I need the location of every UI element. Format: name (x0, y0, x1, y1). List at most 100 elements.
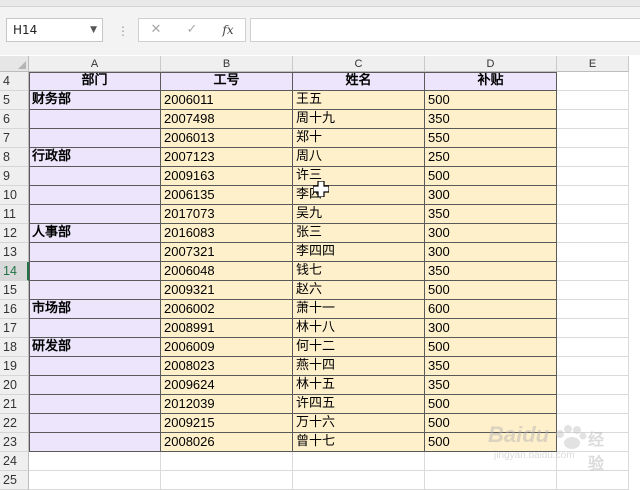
empty-cell[interactable] (557, 281, 629, 300)
cell-id[interactable]: 2016083 (161, 224, 293, 243)
cell-amount[interactable]: 300 (425, 224, 557, 243)
row-header-7[interactable]: 7 (0, 129, 29, 148)
row-header-4[interactable]: 4 (0, 72, 29, 91)
empty-cell[interactable] (557, 186, 629, 205)
empty-cell[interactable] (557, 167, 629, 186)
row-header-12[interactable]: 12 (0, 224, 29, 243)
row-header-25[interactable]: 25 (0, 471, 29, 490)
cell-dept[interactable] (29, 319, 161, 338)
empty-cell[interactable] (557, 376, 629, 395)
cell-name[interactable]: 何十二 (293, 338, 425, 357)
empty-cell[interactable] (557, 262, 629, 281)
empty-cell[interactable] (557, 224, 629, 243)
cell-dept[interactable] (29, 167, 161, 186)
empty-cell[interactable] (557, 357, 629, 376)
table-header-cell[interactable]: 部门 (29, 72, 161, 91)
cell-dept[interactable] (29, 357, 161, 376)
cell-amount[interactable]: 500 (425, 91, 557, 110)
cell-amount[interactable]: 500 (425, 433, 557, 452)
cell-amount[interactable]: 300 (425, 243, 557, 262)
cell-name[interactable]: 林十八 (293, 319, 425, 338)
row-header-18[interactable]: 18 (0, 338, 29, 357)
cell-amount[interactable]: 600 (425, 300, 557, 319)
cell-id[interactable]: 2006013 (161, 129, 293, 148)
empty-cell[interactable] (557, 471, 629, 490)
cell-amount[interactable]: 300 (425, 186, 557, 205)
cell-id[interactable]: 2006048 (161, 262, 293, 281)
cell-amount[interactable]: 350 (425, 205, 557, 224)
empty-cell[interactable] (557, 319, 629, 338)
empty-cell[interactable] (557, 300, 629, 319)
cell-dept[interactable]: 财务部 (29, 91, 161, 110)
cell-amount[interactable]: 350 (425, 357, 557, 376)
table-header-cell[interactable]: 工号 (161, 72, 293, 91)
empty-cell[interactable] (557, 338, 629, 357)
cell-dept[interactable]: 人事部 (29, 224, 161, 243)
empty-cell[interactable] (557, 243, 629, 262)
cell-dept[interactable] (29, 262, 161, 281)
row-header-16[interactable]: 16 (0, 300, 29, 319)
check-icon[interactable]: ✓ (179, 19, 205, 41)
empty-cell[interactable] (425, 471, 557, 490)
row-header-15[interactable]: 15 (0, 281, 29, 300)
cell-name[interactable]: 周八 (293, 148, 425, 167)
empty-cell[interactable] (557, 110, 629, 129)
cell-name[interactable]: 张三 (293, 224, 425, 243)
empty-cell[interactable] (293, 452, 425, 471)
cell-id[interactable]: 2006009 (161, 338, 293, 357)
empty-cell[interactable] (161, 452, 293, 471)
cell-dept[interactable] (29, 243, 161, 262)
cell-id[interactable]: 2008023 (161, 357, 293, 376)
cell-name[interactable]: 燕十四 (293, 357, 425, 376)
row-header-19[interactable]: 19 (0, 357, 29, 376)
column-header-c[interactable]: C (293, 56, 425, 72)
cell-dept[interactable]: 行政部 (29, 148, 161, 167)
cell-amount[interactable]: 300 (425, 319, 557, 338)
cell-id[interactable]: 2012039 (161, 395, 293, 414)
empty-cell[interactable] (293, 471, 425, 490)
chevron-down-icon[interactable]: ▼ (90, 19, 97, 41)
cell-amount[interactable]: 500 (425, 281, 557, 300)
cell-name[interactable]: 郑十 (293, 129, 425, 148)
cell-id[interactable]: 2006011 (161, 91, 293, 110)
row-header-6[interactable]: 6 (0, 110, 29, 129)
row-header-21[interactable]: 21 (0, 395, 29, 414)
row-header-5[interactable]: 5 (0, 91, 29, 110)
cell-dept[interactable] (29, 376, 161, 395)
empty-cell[interactable] (557, 414, 629, 433)
row-header-24[interactable]: 24 (0, 452, 29, 471)
table-header-cell[interactable]: 姓名 (293, 72, 425, 91)
row-header-20[interactable]: 20 (0, 376, 29, 395)
column-header-a[interactable]: A (29, 56, 161, 72)
cell-name[interactable]: 周十九 (293, 110, 425, 129)
cell-id[interactable]: 2007123 (161, 148, 293, 167)
empty-cell[interactable] (557, 205, 629, 224)
cell-amount[interactable]: 500 (425, 414, 557, 433)
column-header-b[interactable]: B (161, 56, 293, 72)
empty-cell[interactable] (557, 452, 629, 471)
empty-cell[interactable] (557, 148, 629, 167)
cell-name[interactable]: 林十五 (293, 376, 425, 395)
row-header-9[interactable]: 9 (0, 167, 29, 186)
name-box[interactable]: H14 ▼ (6, 18, 103, 42)
empty-cell[interactable] (161, 471, 293, 490)
cell-amount[interactable]: 350 (425, 262, 557, 281)
cell-dept[interactable] (29, 395, 161, 414)
cell-name[interactable]: 吴九 (293, 205, 425, 224)
row-header-10[interactable]: 10 (0, 186, 29, 205)
cell-id[interactable]: 2009215 (161, 414, 293, 433)
empty-cell[interactable] (557, 91, 629, 110)
cell-name[interactable]: 王五 (293, 91, 425, 110)
row-header-22[interactable]: 22 (0, 414, 29, 433)
cell-dept[interactable] (29, 205, 161, 224)
empty-cell[interactable] (557, 72, 629, 91)
cell-id[interactable]: 2007498 (161, 110, 293, 129)
cell-dept[interactable]: 市场部 (29, 300, 161, 319)
empty-cell[interactable] (425, 452, 557, 471)
cell-name[interactable]: 曾十七 (293, 433, 425, 452)
row-header-23[interactable]: 23 (0, 433, 29, 452)
empty-cell[interactable] (557, 433, 629, 452)
cell-amount[interactable]: 500 (425, 167, 557, 186)
empty-cell[interactable] (29, 471, 161, 490)
empty-cell[interactable] (557, 129, 629, 148)
